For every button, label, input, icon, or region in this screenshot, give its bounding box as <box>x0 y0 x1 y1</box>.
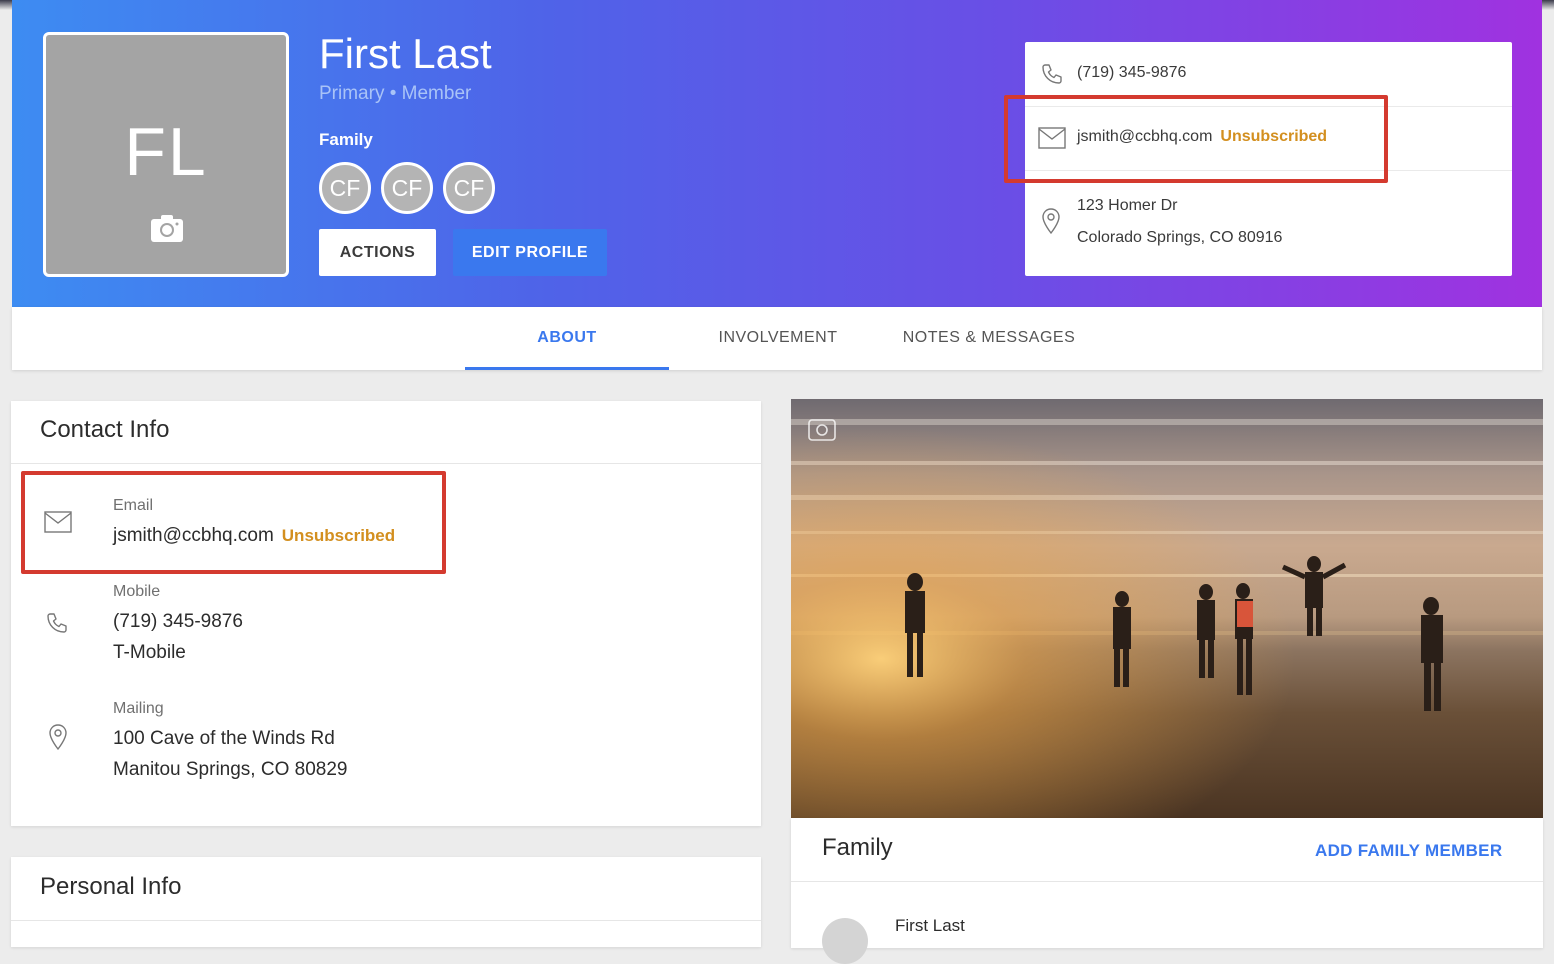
mobile-value[interactable]: (719) 345-9876 <box>113 606 243 637</box>
tab-involvement[interactable]: INVOLVEMENT <box>702 307 854 370</box>
highlight-box <box>1004 95 1388 183</box>
profile-tabs: ABOUT INVOLVEMENT NOTES & MESSAGES <box>12 307 1542 370</box>
mailing-line2: Manitou Springs, CO 80829 <box>113 759 348 780</box>
header-address-row[interactable]: 123 Homer Dr Colorado Springs, CO 80916 <box>1025 171 1512 276</box>
tab-notes-messages[interactable]: NOTES & MESSAGES <box>892 307 1086 370</box>
tab-about[interactable]: ABOUT <box>465 307 669 370</box>
avatar-initials: FL <box>124 114 208 190</box>
personal-info-title: Personal Info <box>40 873 182 900</box>
contact-info-title: Contact Info <box>40 416 170 443</box>
family-title: Family <box>822 834 893 861</box>
family-photo[interactable] <box>791 399 1543 818</box>
mobile-carrier: T-Mobile <box>113 642 186 663</box>
header-address-line1: 123 Homer Dr <box>1077 197 1178 214</box>
avatar[interactable] <box>822 918 868 964</box>
highlight-box <box>21 471 446 574</box>
divider <box>11 920 761 921</box>
header-phone: (719) 345-9876 <box>1077 64 1187 81</box>
family-member-chip[interactable]: CF <box>319 162 371 214</box>
contact-info-panel: Contact Info Email jsmith@ccbhq.com Unsub… <box>11 401 761 826</box>
family-member-name[interactable]: First Last <box>895 916 965 936</box>
avatar[interactable]: FL <box>43 32 289 277</box>
mailing-label: Mailing <box>113 700 164 717</box>
family-panel: Family ADD FAMILY MEMBER First Last <box>791 818 1543 964</box>
family-member-chip[interactable]: CF <box>381 162 433 214</box>
edit-profile-button[interactable]: EDIT PROFILE <box>453 229 607 276</box>
camera-icon[interactable] <box>150 213 184 243</box>
divider <box>791 881 1543 882</box>
family-member-chip[interactable]: CF <box>443 162 495 214</box>
beach-photo-image <box>791 399 1543 818</box>
profile-name: First Last <box>319 30 492 77</box>
header-address-line2: Colorado Springs, CO 80916 <box>1077 229 1283 246</box>
mobile-label: Mobile <box>113 583 161 600</box>
add-family-member-link[interactable]: ADD FAMILY MEMBER <box>1315 841 1502 861</box>
personal-info-panel: Personal Info <box>11 857 761 947</box>
location-pin-icon <box>1042 208 1060 235</box>
actions-button[interactable]: ACTIONS <box>319 229 436 276</box>
location-pin-icon <box>49 724 67 751</box>
phone-icon <box>1042 64 1062 84</box>
mailing-line1[interactable]: 100 Cave of the Winds Rd <box>113 723 335 754</box>
divider <box>11 463 761 464</box>
profile-subtitle: Primary • Member <box>319 83 472 104</box>
phone-icon <box>47 613 67 633</box>
family-label: Family <box>319 130 373 149</box>
